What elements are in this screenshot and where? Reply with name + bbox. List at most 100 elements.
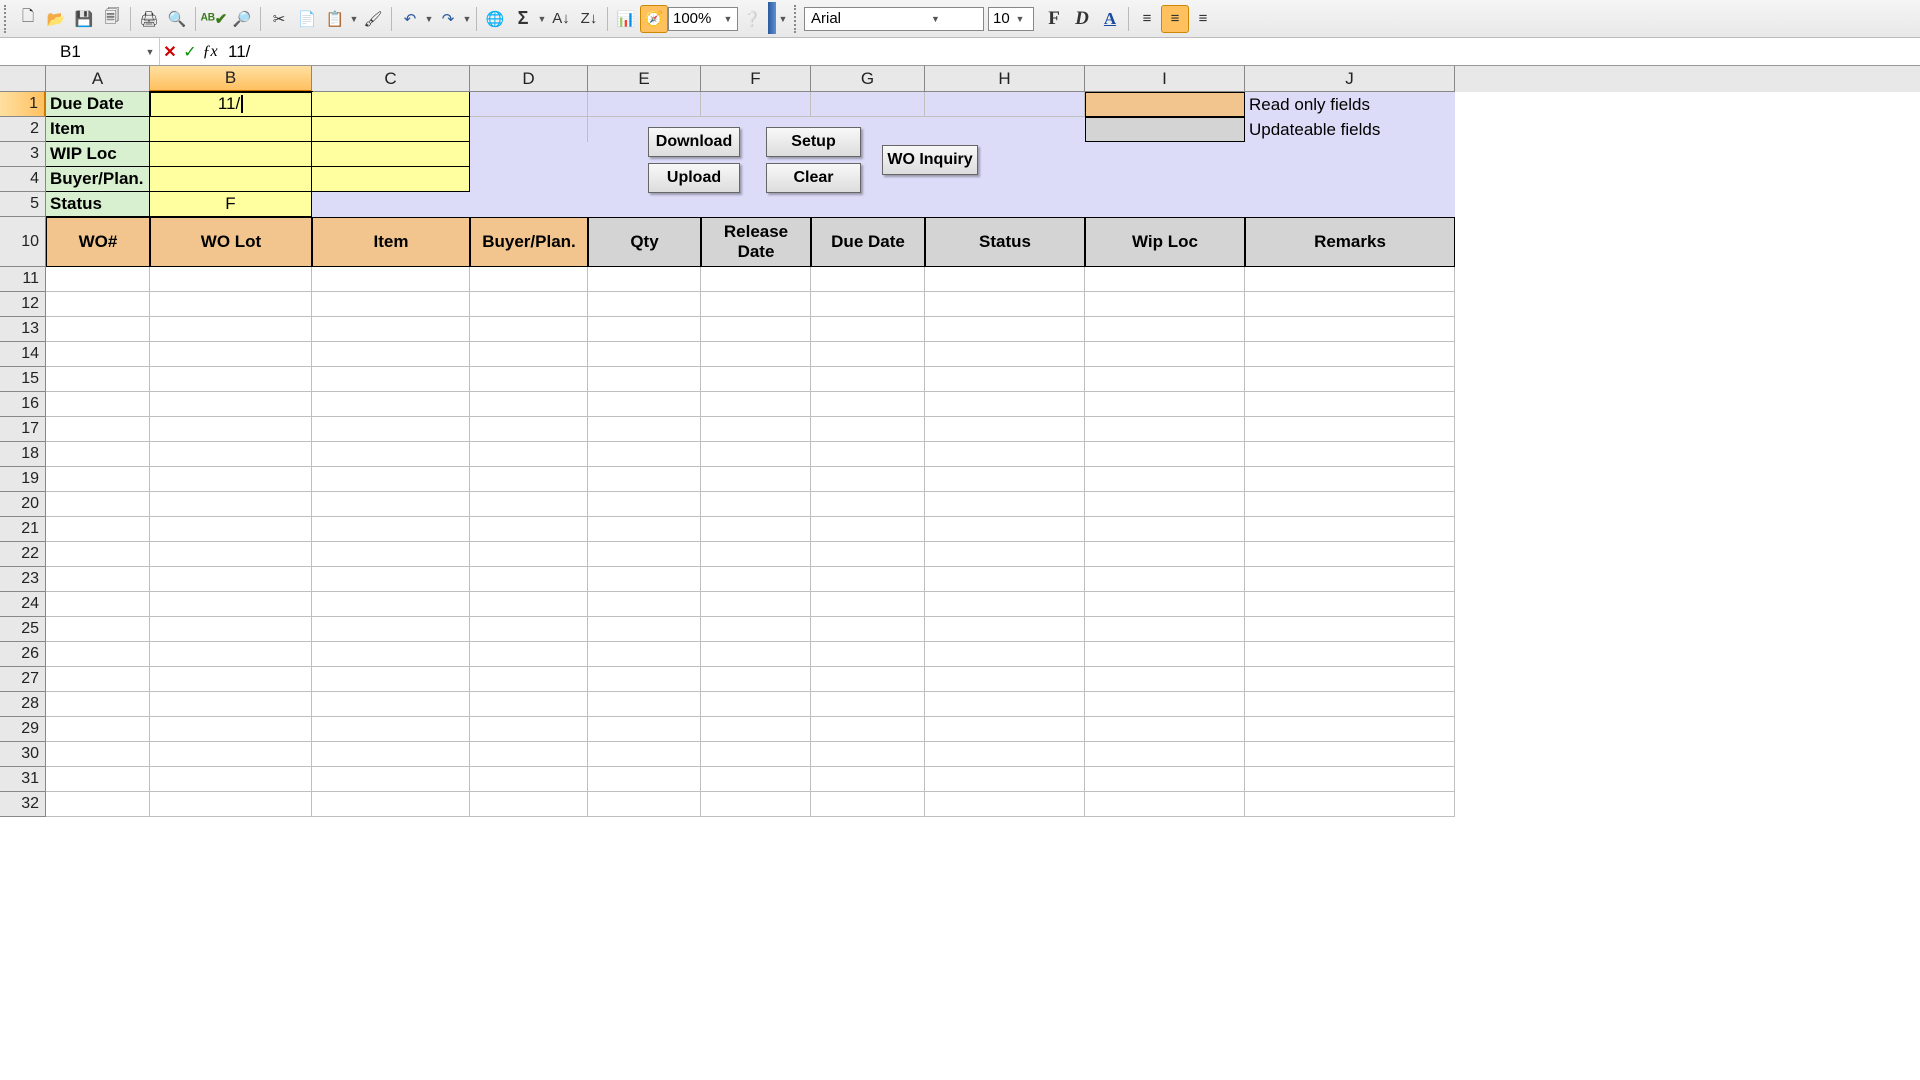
cell[interactable] — [312, 192, 470, 217]
cell[interactable] — [312, 592, 470, 617]
cell[interactable] — [925, 92, 1085, 117]
cell[interactable] — [701, 767, 811, 792]
bold-icon[interactable]: F — [1040, 5, 1068, 33]
cell[interactable] — [1085, 767, 1245, 792]
sort-desc-icon[interactable]: Z↓ — [575, 5, 603, 33]
cell[interactable] — [925, 742, 1085, 767]
toolbar-handle-2[interactable] — [794, 5, 800, 33]
cell[interactable] — [588, 542, 701, 567]
cell[interactable] — [701, 592, 811, 617]
cell[interactable] — [1245, 142, 1455, 167]
cell[interactable] — [1085, 442, 1245, 467]
input-status[interactable]: F — [150, 192, 312, 217]
cell[interactable] — [811, 717, 925, 742]
cell[interactable] — [150, 717, 312, 742]
align-center-icon[interactable]: ≡ — [1161, 5, 1189, 33]
cell[interactable] — [470, 642, 588, 667]
cell[interactable] — [701, 742, 811, 767]
cell[interactable] — [925, 292, 1085, 317]
cell[interactable] — [588, 742, 701, 767]
cell[interactable] — [925, 417, 1085, 442]
cell[interactable] — [46, 517, 150, 542]
cell[interactable] — [701, 667, 811, 692]
cell[interactable] — [470, 442, 588, 467]
cell[interactable] — [701, 517, 811, 542]
cell[interactable] — [150, 742, 312, 767]
cell[interactable] — [46, 692, 150, 717]
align-left-icon[interactable]: ≡ — [1133, 5, 1161, 33]
cell[interactable] — [1085, 692, 1245, 717]
export-icon[interactable]: 🗐 — [98, 5, 126, 33]
name-box-dropdown[interactable]: ▼ — [145, 47, 155, 57]
spellcheck-icon[interactable]: ᴬᴮ✔ — [200, 5, 228, 33]
cell[interactable] — [1085, 742, 1245, 767]
cell[interactable] — [925, 192, 1085, 217]
cell[interactable] — [811, 692, 925, 717]
zoom-dropdown[interactable]: ▼ — [723, 14, 733, 24]
cell[interactable] — [701, 367, 811, 392]
cell[interactable] — [1085, 467, 1245, 492]
paste-dropdown[interactable]: ▼ — [349, 14, 359, 24]
font-name-combo[interactable]: Arial ▼ — [804, 7, 984, 31]
cell[interactable] — [1085, 392, 1245, 417]
row-header-27[interactable]: 27 — [0, 667, 46, 692]
undo-icon[interactable]: ↶ — [396, 5, 424, 33]
cut-icon[interactable]: ✂ — [265, 5, 293, 33]
cell[interactable] — [925, 467, 1085, 492]
input-due-date-from[interactable]: 11/ — [150, 92, 312, 117]
cell[interactable] — [150, 592, 312, 617]
zoom-combo[interactable]: ▼ — [668, 7, 738, 31]
cell[interactable] — [470, 717, 588, 742]
row-header-20[interactable]: 20 — [0, 492, 46, 517]
cell[interactable] — [1245, 417, 1455, 442]
cell[interactable] — [46, 392, 150, 417]
cell[interactable] — [470, 117, 588, 142]
cell[interactable] — [150, 767, 312, 792]
row-header-19[interactable]: 19 — [0, 467, 46, 492]
font-size-dropdown[interactable]: ▼ — [1011, 14, 1029, 24]
cell[interactable] — [46, 717, 150, 742]
col-header-H[interactable]: H — [925, 66, 1085, 92]
cell[interactable] — [312, 542, 470, 567]
cell[interactable] — [811, 442, 925, 467]
cell[interactable] — [470, 742, 588, 767]
cell[interactable] — [312, 742, 470, 767]
cell[interactable] — [811, 417, 925, 442]
cell[interactable] — [811, 317, 925, 342]
cell[interactable] — [312, 392, 470, 417]
cell[interactable] — [312, 767, 470, 792]
cell[interactable] — [588, 642, 701, 667]
row-header-32[interactable]: 32 — [0, 792, 46, 817]
cell[interactable] — [811, 192, 925, 217]
font-size-combo[interactable]: 10 ▼ — [988, 7, 1034, 31]
input-buyer-plan-b[interactable] — [150, 167, 312, 192]
cell[interactable] — [470, 367, 588, 392]
cell[interactable] — [925, 767, 1085, 792]
col-header-I[interactable]: I — [1085, 66, 1245, 92]
row-header-12[interactable]: 12 — [0, 292, 46, 317]
cell[interactable] — [925, 342, 1085, 367]
col-header-F[interactable]: F — [701, 66, 811, 92]
col-header-D[interactable]: D — [470, 66, 588, 92]
sum-dropdown[interactable]: ▼ — [537, 14, 547, 24]
cell[interactable] — [701, 342, 811, 367]
cell[interactable] — [701, 567, 811, 592]
cell[interactable] — [811, 792, 925, 817]
cell[interactable] — [811, 392, 925, 417]
toolbar-handle[interactable] — [4, 5, 10, 33]
cell[interactable] — [46, 567, 150, 592]
cell[interactable] — [150, 492, 312, 517]
cell[interactable] — [811, 767, 925, 792]
col-header-A[interactable]: A — [46, 66, 150, 92]
navigator-icon[interactable]: 🧭 — [640, 5, 668, 33]
cancel-icon[interactable]: ✕ — [160, 41, 180, 63]
cell[interactable] — [470, 142, 588, 167]
row-header-3[interactable]: 3 — [0, 142, 46, 167]
cell[interactable] — [46, 417, 150, 442]
cell[interactable] — [701, 192, 811, 217]
cell[interactable] — [150, 542, 312, 567]
cell[interactable] — [312, 317, 470, 342]
row-header-22[interactable]: 22 — [0, 542, 46, 567]
font-name-dropdown[interactable]: ▼ — [894, 14, 977, 24]
row-header-14[interactable]: 14 — [0, 342, 46, 367]
